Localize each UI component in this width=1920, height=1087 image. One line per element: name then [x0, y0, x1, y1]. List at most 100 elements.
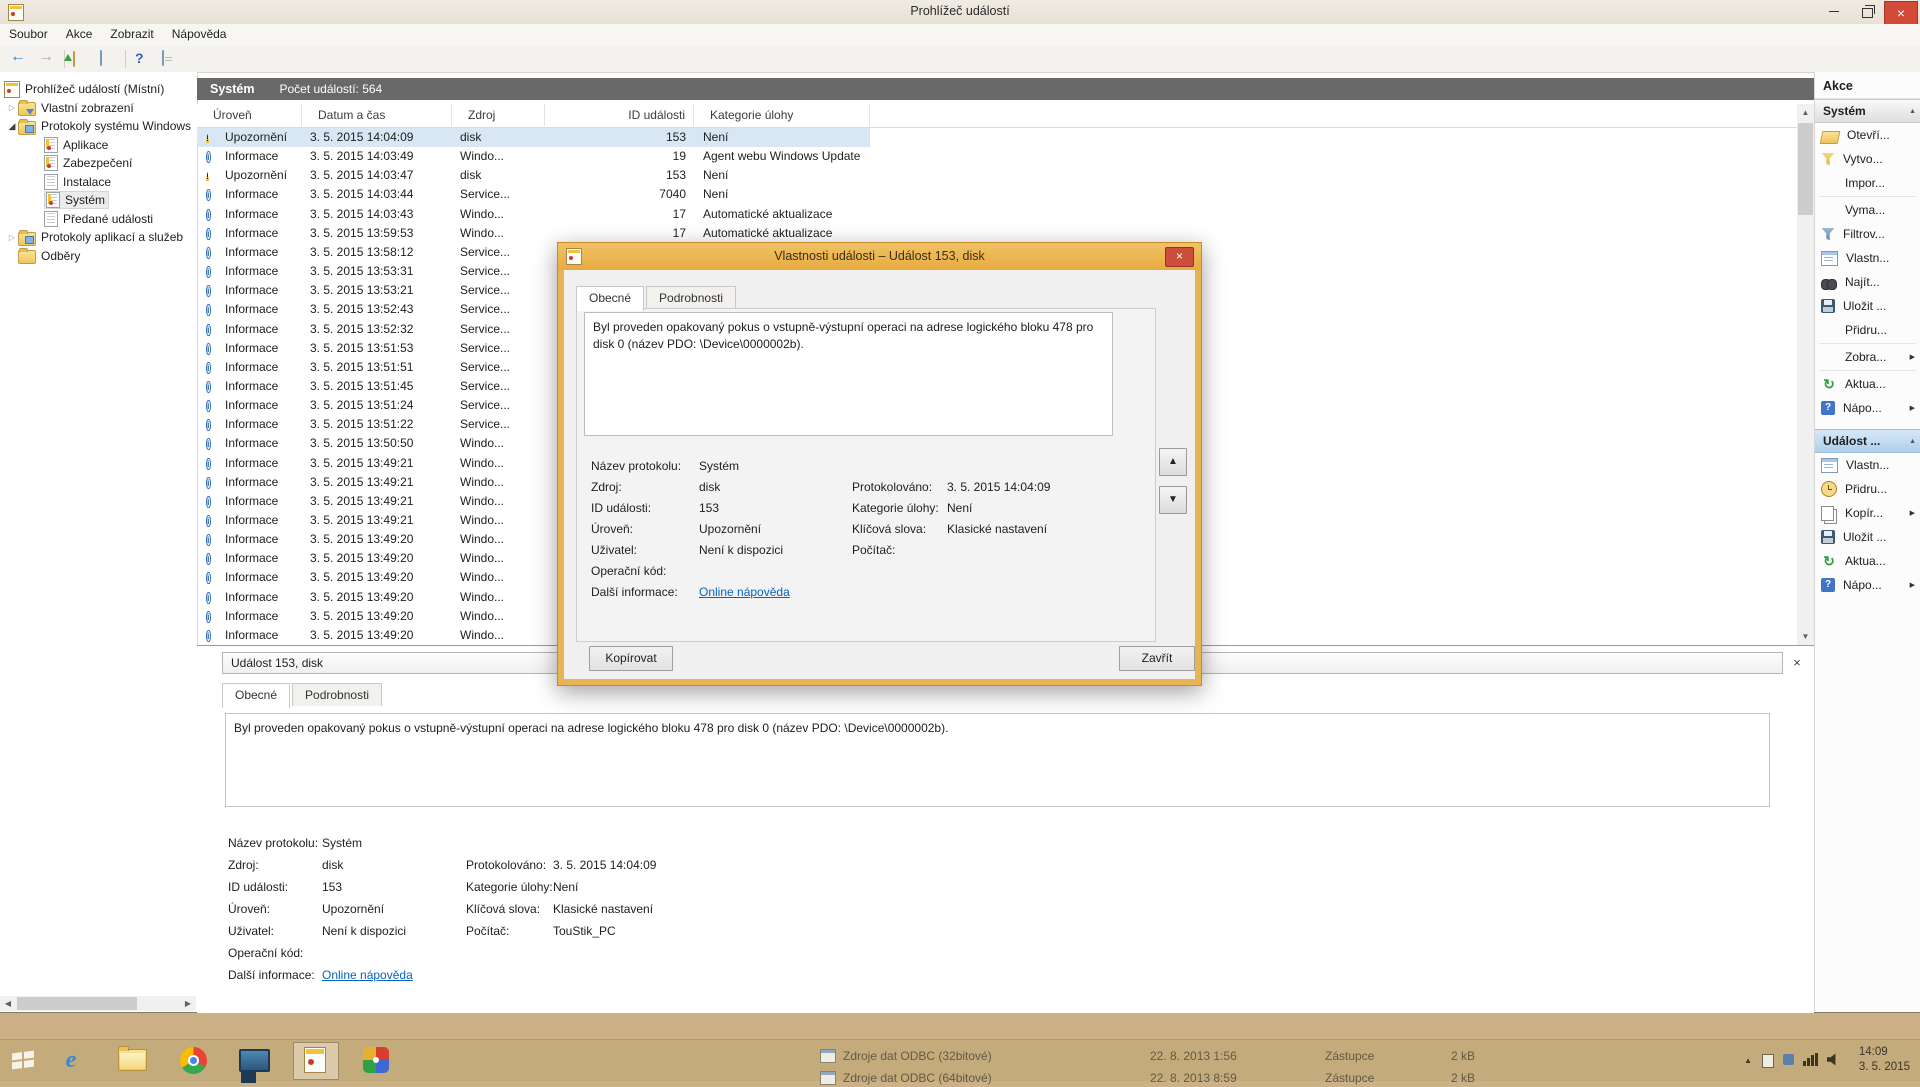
- action-item[interactable]: Uložit ...: [1815, 294, 1920, 318]
- tab-podrobnosti[interactable]: Podrobnosti: [292, 683, 382, 706]
- online-help-link[interactable]: Online nápověda: [322, 968, 413, 982]
- show-action-pane-icon[interactable]: [162, 50, 164, 66]
- event-datetime: 3. 5. 2015 13:49:20: [310, 607, 413, 626]
- taskbar-ie-icon[interactable]: e: [55, 1044, 87, 1076]
- help-icon[interactable]: ?: [135, 50, 144, 66]
- start-button[interactable]: [8, 1047, 38, 1073]
- scroll-right-icon[interactable]: ▶: [180, 996, 196, 1011]
- minimize-button[interactable]: [1818, 0, 1850, 23]
- event-row[interactable]: !Upozornění3. 5. 2015 14:04:09disk153Nen…: [197, 128, 1797, 147]
- tree-horizontal-scrollbar[interactable]: ◀ ▶: [0, 996, 196, 1011]
- show-hidden-icons-chevron[interactable]: ▲: [1744, 1056, 1752, 1065]
- action-item[interactable]: Filtrov...: [1815, 222, 1920, 246]
- sidebar-item[interactable]: Instalace: [44, 173, 111, 191]
- action-item[interactable]: Uložit ...: [1815, 525, 1920, 549]
- taskbar-chrome-icon[interactable]: [177, 1044, 209, 1076]
- action-item[interactable]: Vlastn...: [1815, 453, 1920, 477]
- taskbar-clock[interactable]: 14:09 3. 5. 2015: [1859, 1045, 1910, 1075]
- column-header-1[interactable]: Úroveň: [197, 104, 302, 126]
- show-console-tree-icon[interactable]: [100, 50, 102, 66]
- scrollbar-thumb[interactable]: [1798, 123, 1813, 215]
- title-bar: Prohlížeč událostí ×: [0, 0, 1920, 25]
- action-section-header[interactable]: Systém▲: [1815, 99, 1920, 123]
- sidebar-item[interactable]: ▷Protokoly aplikací a služeb: [6, 228, 183, 246]
- sidebar-item[interactable]: Systém: [44, 191, 109, 209]
- field-label: Klíčová slova:: [852, 522, 926, 536]
- close-button[interactable]: ×: [1884, 1, 1918, 26]
- back-button[interactable]: ←: [10, 48, 26, 66]
- sidebar-item[interactable]: ▷Vlastní zobrazení: [6, 99, 134, 117]
- dialog-tab-obecné[interactable]: Obecné: [576, 286, 644, 311]
- previous-event-button[interactable]: ▲: [1159, 448, 1187, 476]
- menu-item-akce[interactable]: Akce: [57, 24, 102, 44]
- event-row[interactable]: iInformace3. 5. 2015 14:03:44Service...7…: [197, 185, 1797, 204]
- event-row[interactable]: iInformace3. 5. 2015 14:03:49Windo...19A…: [197, 147, 1797, 166]
- action-item[interactable]: Přidru...: [1815, 477, 1920, 501]
- action-item[interactable]: Impor...: [1815, 171, 1920, 195]
- scroll-down-icon[interactable]: ▼: [1797, 628, 1814, 645]
- online-help-link[interactable]: Online nápověda: [699, 585, 790, 599]
- action-item[interactable]: Najít...: [1815, 270, 1920, 294]
- action-item[interactable]: Vyma...: [1815, 198, 1920, 222]
- expander-expanded-icon[interactable]: ◢: [6, 121, 18, 132]
- action-section-header[interactable]: Událost ...▲: [1815, 429, 1920, 453]
- event-row[interactable]: iInformace3. 5. 2015 14:03:43Windo...17A…: [197, 205, 1797, 224]
- action-item[interactable]: Kopír...▶: [1815, 501, 1920, 525]
- menu-item-soubor[interactable]: Soubor: [0, 24, 57, 44]
- event-source: Windo...: [460, 205, 504, 224]
- sidebar-item[interactable]: Prohlížeč událostí (Místní): [4, 80, 164, 98]
- collapse-section-icon[interactable]: ▲: [1909, 108, 1916, 115]
- tab-obecné[interactable]: Obecné: [222, 683, 290, 708]
- sidebar-item[interactable]: Zabezpečení: [44, 154, 132, 172]
- action-item[interactable]: Vlastn...: [1815, 246, 1920, 270]
- menu-item-zobrazit[interactable]: Zobrazit: [101, 24, 162, 44]
- column-header-4[interactable]: ID události: [545, 104, 694, 126]
- action-item[interactable]: Otevří...: [1815, 123, 1920, 147]
- event-category: Není: [703, 128, 728, 147]
- export-list-icon[interactable]: [73, 51, 75, 67]
- event-datetime: 3. 5. 2015 13:53:31: [310, 262, 413, 281]
- volume-icon[interactable]: [1827, 1053, 1840, 1066]
- expander-collapsed-icon[interactable]: ▷: [6, 233, 18, 242]
- field-label: ID události:: [228, 880, 288, 894]
- action-item[interactable]: Přidru...: [1815, 318, 1920, 342]
- sidebar-item[interactable]: Aplikace: [44, 136, 108, 154]
- event-row[interactable]: !Upozornění3. 5. 2015 14:03:47disk153Nen…: [197, 166, 1797, 185]
- menu-item-nápověda[interactable]: Nápověda: [163, 24, 236, 44]
- taskbar-colorful-app-icon[interactable]: [360, 1044, 392, 1076]
- dialog-close-button[interactable]: ×: [1165, 247, 1194, 267]
- action-item[interactable]: ?Nápo...▶: [1815, 573, 1920, 597]
- tray-icon[interactable]: [1762, 1054, 1774, 1068]
- network-icon[interactable]: [1803, 1053, 1818, 1066]
- restore-button[interactable]: [1851, 0, 1883, 23]
- scroll-up-icon[interactable]: ▲: [1797, 104, 1814, 121]
- collapse-section-icon[interactable]: ▲: [1909, 438, 1916, 445]
- forward-button[interactable]: →: [38, 48, 54, 66]
- sidebar-item[interactable]: Předané události: [44, 210, 153, 228]
- sidebar-item[interactable]: ◢Protokoly systému Windows: [6, 117, 191, 135]
- column-header-5[interactable]: Kategorie úlohy: [694, 104, 870, 126]
- action-item[interactable]: ↻Aktua...: [1815, 372, 1920, 396]
- column-header-2[interactable]: Datum a čas: [302, 104, 452, 126]
- action-item[interactable]: Zobra...▶: [1815, 345, 1920, 369]
- expander-collapsed-icon[interactable]: ▷: [6, 103, 18, 112]
- dialog-tab-podrobnosti[interactable]: Podrobnosti: [646, 286, 736, 309]
- action-item[interactable]: ?Nápo...▶: [1815, 396, 1920, 420]
- none-icon: [1821, 349, 1837, 365]
- event-row[interactable]: iInformace3. 5. 2015 13:59:53Windo...17A…: [197, 224, 1797, 243]
- action-item[interactable]: ↻Aktua...: [1815, 549, 1920, 573]
- tray-icon[interactable]: [1783, 1054, 1794, 1065]
- copy-button[interactable]: Kopírovat: [589, 646, 673, 671]
- column-header-3[interactable]: Zdroj: [452, 104, 545, 126]
- taskbar-file-explorer-icon[interactable]: [116, 1044, 148, 1076]
- next-event-button[interactable]: ▼: [1159, 486, 1187, 514]
- scrollbar-thumb[interactable]: [17, 997, 137, 1010]
- event-list-scrollbar[interactable]: ▲ ▼: [1797, 104, 1814, 645]
- close-dialog-button[interactable]: Zavřít: [1119, 646, 1195, 671]
- taskbar-event-viewer-icon[interactable]: [299, 1044, 331, 1076]
- sidebar-item[interactable]: Odběry: [6, 247, 80, 265]
- action-item[interactable]: Vytvo...: [1815, 147, 1920, 171]
- scroll-left-icon[interactable]: ◀: [0, 996, 16, 1011]
- taskbar-monitor-app-icon[interactable]: [238, 1044, 270, 1076]
- preview-close-icon[interactable]: ×: [1788, 654, 1806, 672]
